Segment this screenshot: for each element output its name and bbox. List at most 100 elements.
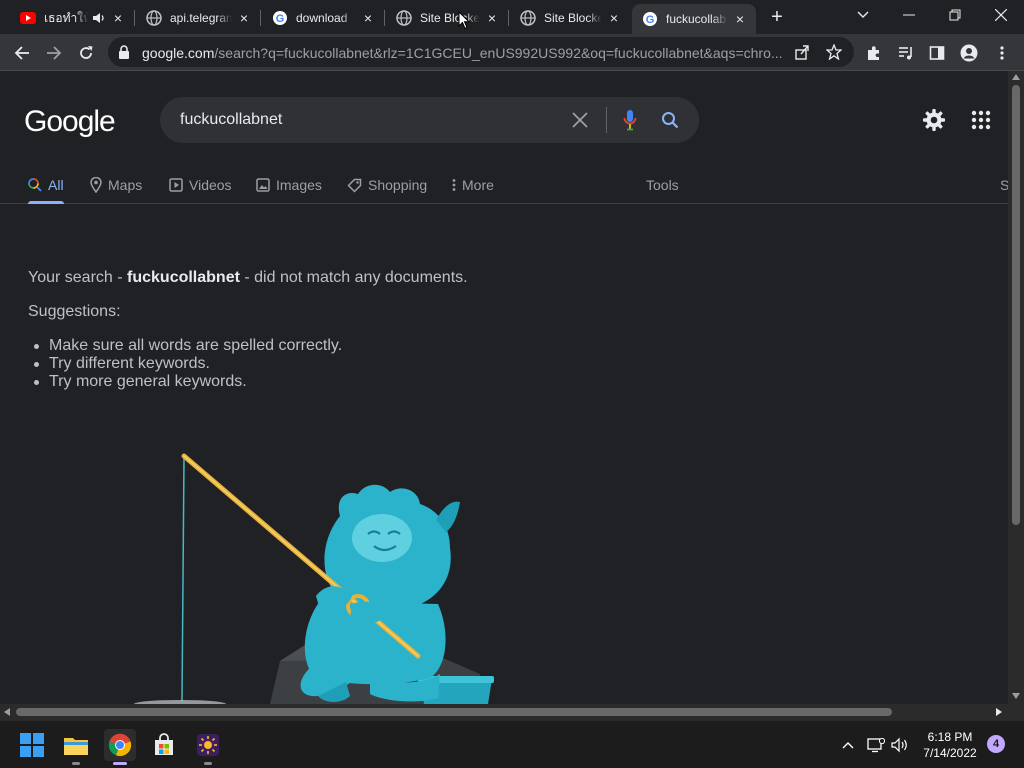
suggestion-item: Try different keywords.: [28, 355, 342, 373]
clipped-tab-label[interactable]: S: [1000, 167, 1008, 203]
tab-title: เธอทำให้: [44, 10, 88, 25]
close-window-button[interactable]: [978, 0, 1024, 30]
more-vertical-icon: [1000, 46, 1004, 60]
reload-icon: [80, 46, 93, 59]
volume-button[interactable]: [890, 735, 910, 755]
search-divider: [606, 107, 607, 133]
scroll-down-arrow-icon[interactable]: [1012, 693, 1020, 699]
tab-title: Site Blocker: [420, 11, 480, 25]
tab-divider: [384, 10, 385, 26]
tab-maps[interactable]: Maps: [90, 167, 142, 203]
close-tab-icon[interactable]: ×: [484, 10, 500, 26]
tab-shopping[interactable]: Shopping: [347, 167, 427, 203]
scroll-left-arrow-icon[interactable]: [4, 708, 10, 716]
running-indicator: [72, 762, 80, 765]
tab-label: Shopping: [368, 177, 428, 193]
taskbar-file-explorer[interactable]: [60, 729, 92, 765]
taskbar-app-purple[interactable]: [192, 729, 224, 765]
notification-badge[interactable]: 4: [987, 735, 1005, 753]
media-control-button[interactable]: [893, 40, 919, 66]
search-input[interactable]: fuckucollabnet: [180, 111, 282, 129]
tab-images[interactable]: Images: [256, 167, 322, 203]
clock-time: 6:18 PM: [927, 730, 973, 744]
forward-button[interactable]: [41, 40, 67, 66]
svg-text:G: G: [276, 13, 285, 25]
message-prefix: Your search -: [28, 269, 128, 286]
clear-search-icon[interactable]: [570, 110, 590, 130]
video-icon: [169, 178, 183, 192]
reload-button[interactable]: [73, 40, 99, 66]
taskbar-microsoft-store[interactable]: [148, 729, 180, 761]
share-icon[interactable]: [792, 42, 812, 62]
tab-title: download: [296, 11, 348, 25]
map-pin-icon: [90, 177, 102, 193]
windows-logo-icon: [20, 733, 44, 757]
tab-videos[interactable]: Videos: [169, 167, 232, 203]
search-box[interactable]: fuckucollabnet: [160, 97, 699, 143]
speaker-icon[interactable]: [92, 11, 106, 25]
tab-divider: [260, 10, 261, 26]
apps-grid-icon[interactable]: [970, 109, 992, 131]
browser-tab-download[interactable]: G download ×: [262, 4, 384, 32]
browser-tab-site-blocker-2[interactable]: Site Blocker ×: [510, 4, 630, 32]
close-tab-icon[interactable]: ×: [110, 10, 126, 26]
svg-text:G: G: [646, 14, 655, 26]
url-path: /search?q=fuckucollabnet&rlz=1C1GCEU_enU…: [214, 45, 782, 61]
back-button[interactable]: [9, 40, 35, 66]
tab-more[interactable]: More: [452, 167, 494, 203]
settings-gear-icon[interactable]: [922, 108, 946, 132]
chrome-icon: [108, 733, 132, 757]
google-logo[interactable]: Google: [24, 105, 116, 139]
voice-search-icon[interactable]: [620, 109, 640, 131]
vertical-scrollbar[interactable]: [1008, 71, 1024, 704]
message-suffix: - did not match any documents.: [239, 269, 468, 286]
address-bar[interactable]: google.com/search?q=fuckucollabnet&rlz=1…: [108, 37, 854, 67]
restore-button[interactable]: [932, 0, 978, 30]
side-panel-button[interactable]: [924, 40, 950, 66]
tab-title: Site Blocker: [544, 11, 602, 25]
tab-label: Maps: [108, 177, 143, 193]
scroll-up-arrow-icon[interactable]: [1012, 74, 1020, 80]
close-tab-icon[interactable]: ×: [360, 10, 376, 26]
start-button[interactable]: [16, 729, 48, 761]
network-status-button[interactable]: [866, 735, 886, 755]
bookmark-star-icon[interactable]: [824, 42, 844, 62]
minimize-button[interactable]: [886, 0, 932, 30]
show-hidden-icons-button[interactable]: [840, 735, 856, 755]
running-indicator: [204, 762, 212, 765]
speaker-icon: [891, 737, 907, 753]
browser-tab-youtube[interactable]: เธอทำให้ ×: [10, 4, 134, 32]
tab-search-button[interactable]: [840, 0, 886, 30]
horizontal-scroll-thumb[interactable]: [16, 708, 892, 716]
minimize-icon: [903, 14, 915, 16]
suggestions-list: Make sure all words are spelled correctl…: [28, 337, 342, 391]
browser-tab-site-blocker[interactable]: Site Blocker ×: [386, 4, 508, 32]
taskbar-clock[interactable]: 6:18 PM 7/14/2022: [918, 729, 982, 761]
taskbar-chrome[interactable]: [104, 729, 136, 765]
puzzle-icon: [868, 46, 879, 60]
profile-button[interactable]: [956, 40, 982, 66]
suggestion-item: Try more general keywords.: [28, 373, 342, 391]
lock-icon[interactable]: [118, 45, 130, 64]
avatar-icon: [960, 44, 978, 62]
horizontal-scrollbar[interactable]: [0, 704, 1008, 720]
close-tab-icon[interactable]: ×: [236, 10, 252, 26]
tab-label: Videos: [189, 177, 232, 193]
browser-tab-active[interactable]: G fuckucollab ×: [632, 4, 756, 34]
url-text[interactable]: google.com/search?q=fuckucollabnet&rlz=1…: [142, 45, 782, 61]
search-icon[interactable]: [660, 110, 680, 130]
image-icon: [256, 178, 270, 192]
windows-taskbar: 6:18 PM 7/14/2022: [0, 720, 1024, 768]
browser-menu-button[interactable]: [989, 40, 1015, 66]
browser-tab-telegram[interactable]: api.telegram ×: [136, 4, 260, 32]
tools-button[interactable]: Tools: [646, 167, 679, 203]
scroll-right-arrow-icon[interactable]: [996, 708, 1002, 716]
extensions-button[interactable]: [861, 40, 887, 66]
browser-toolbar: google.com/search?q=fuckucollabnet&rlz=1…: [0, 34, 1024, 71]
vertical-scroll-thumb[interactable]: [1012, 85, 1020, 525]
close-tab-icon[interactable]: ×: [606, 10, 622, 26]
close-tab-icon[interactable]: ×: [732, 11, 748, 27]
folder-icon: [64, 738, 88, 755]
tab-all[interactable]: All: [28, 167, 64, 204]
new-tab-button[interactable]: +: [766, 6, 788, 28]
